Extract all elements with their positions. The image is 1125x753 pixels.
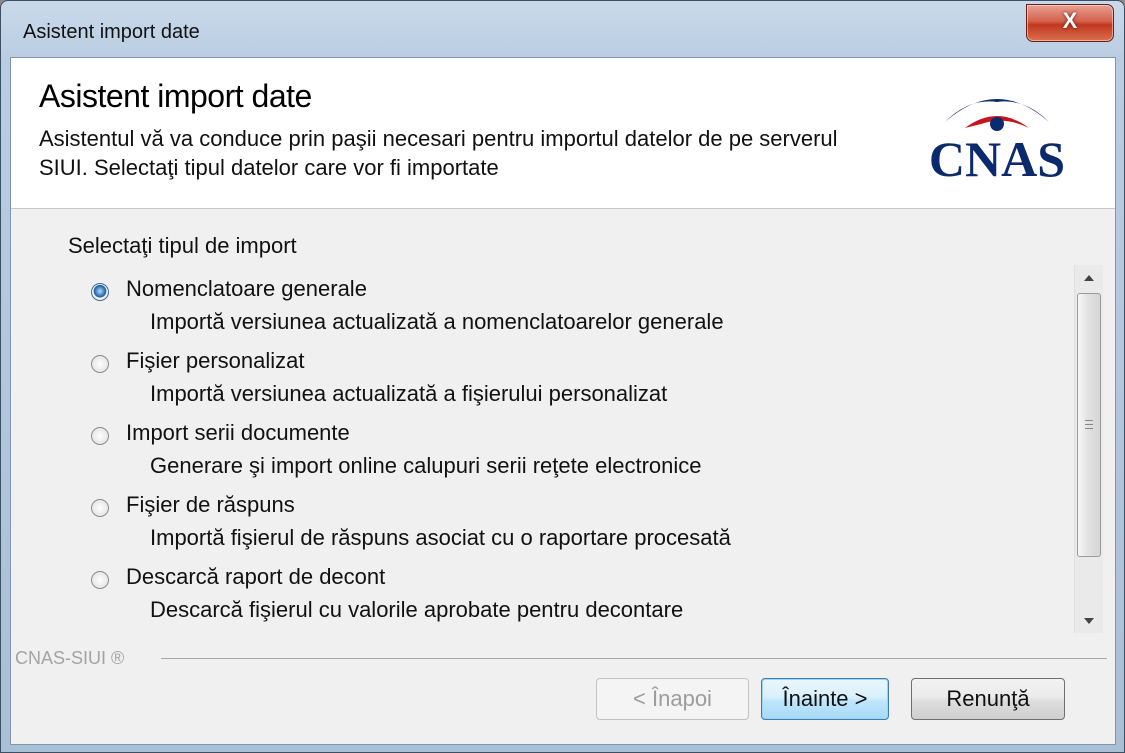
next-button[interactable]: Înainte >	[761, 678, 889, 720]
option-fisier-personalizat[interactable]: Fişier personalizat Importă versiunea ac…	[81, 348, 1061, 418]
radio-button-selected[interactable]	[91, 283, 109, 301]
brand-divider: CNAS-SIUI ®	[11, 648, 1115, 669]
page-description: Asistentul vă va conduce prin paşii nece…	[39, 126, 838, 180]
logo-emblem-eye	[990, 117, 1004, 131]
option-label[interactable]: Fişier de răspuns	[126, 492, 295, 518]
close-button[interactable]: X	[1026, 4, 1114, 42]
option-description: Importă versiunea actualizată a fişierul…	[150, 381, 668, 406]
radio-button[interactable]	[91, 499, 109, 517]
import-wizard-window: Asistent import date X Asistent import d…	[0, 0, 1125, 753]
grip-line-icon	[1085, 428, 1093, 429]
option-description: Importă fişierul de răspuns asociat cu o…	[150, 525, 731, 550]
import-type-label: Selectaţi tipul de import	[68, 233, 297, 258]
option-descarca-raport-decont[interactable]: Descarcă raport de decont Descarcă fişie…	[81, 564, 1061, 634]
brand-label: CNAS-SIUI ®	[15, 648, 131, 669]
arrow-up-icon	[1084, 275, 1094, 281]
option-nomenclatoare-generale[interactable]: Nomenclatoare generale Importă versiunea…	[81, 276, 1061, 346]
back-button[interactable]: < Înapoi	[596, 678, 749, 720]
option-label[interactable]: Descarcă raport de decont	[126, 564, 385, 590]
import-type-list: Nomenclatoare generale Importă versiunea…	[61, 261, 1101, 633]
option-label[interactable]: Fişier personalizat	[126, 348, 305, 374]
grip-line-icon	[1085, 420, 1093, 421]
cnas-logo: CNAS	[929, 99, 1065, 184]
scroll-up-button[interactable]	[1075, 265, 1103, 289]
wizard-body: Asistent import date Asistentul vă va co…	[10, 57, 1116, 745]
divider-line	[161, 658, 1107, 659]
title-bar[interactable]: Asistent import date X	[1, 1, 1124, 56]
radio-button[interactable]	[91, 355, 109, 373]
page-title: Asistent import date	[39, 78, 312, 114]
radio-button[interactable]	[91, 427, 109, 445]
scroll-thumb[interactable]	[1077, 293, 1101, 557]
option-label[interactable]: Nomenclatoare generale	[126, 276, 367, 302]
grip-line-icon	[1085, 424, 1093, 425]
window-title: Asistent import date	[23, 21, 200, 43]
close-icon: X	[1062, 8, 1078, 33]
cancel-button[interactable]: Renunţă	[911, 678, 1065, 720]
list-scrollbar[interactable]	[1074, 265, 1103, 633]
logo-text: CNAS	[929, 131, 1065, 184]
option-description: Generare şi import online calupuri serii…	[150, 453, 702, 478]
option-import-serii-documente[interactable]: Import serii documente Generare şi impor…	[81, 420, 1061, 490]
option-description: Importă versiunea actualizată a nomencla…	[150, 309, 724, 334]
scroll-down-button[interactable]	[1075, 609, 1103, 633]
wizard-header: Asistent import date Asistentul vă va co…	[11, 58, 1115, 209]
option-description: Descarcă fişierul cu valorile aprobate p…	[150, 597, 684, 622]
option-fisier-de-raspuns[interactable]: Fişier de răspuns Importă fişierul de ră…	[81, 492, 1061, 562]
radio-button[interactable]	[91, 571, 109, 589]
arrow-down-icon	[1084, 618, 1094, 624]
option-label[interactable]: Import serii documente	[126, 420, 350, 446]
